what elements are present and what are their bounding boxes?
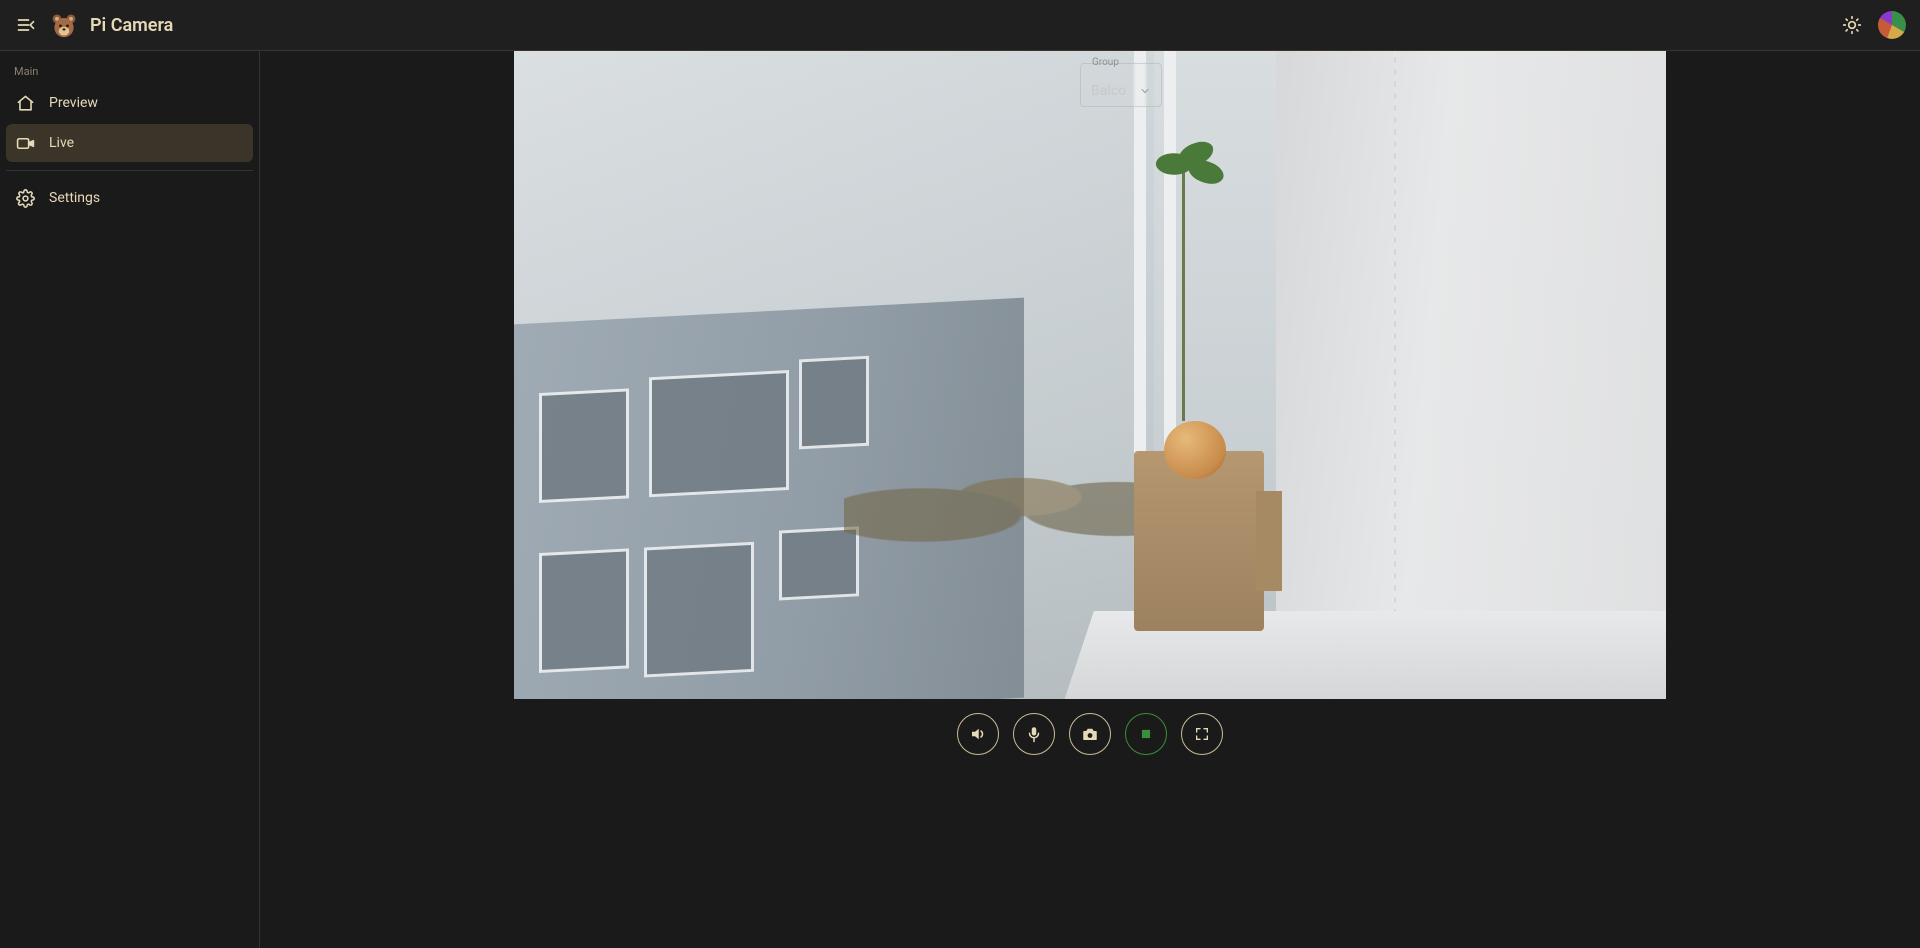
home-icon (16, 94, 35, 113)
user-avatar[interactable] (1878, 11, 1906, 39)
chevron-down-icon (1139, 85, 1151, 97)
app-header: Pi Camera (0, 0, 1920, 51)
sidebar-item-label: Live (49, 135, 74, 151)
sun-icon (1842, 15, 1862, 35)
group-select-legend: Group (1089, 57, 1122, 68)
sidebar-item-live[interactable]: Live (6, 124, 253, 162)
sidebar-section-label: Main (6, 59, 253, 82)
video-controls (957, 713, 1223, 755)
live-video-feed[interactable]: Group Balco (514, 51, 1666, 699)
theme-toggle-button[interactable] (1840, 13, 1864, 37)
video-scene (514, 51, 1666, 699)
header-right (1840, 11, 1906, 39)
sidebar-item-preview[interactable]: Preview (6, 84, 253, 122)
camera-icon (1081, 725, 1099, 743)
sidebar: Main Preview Live Set (0, 51, 260, 948)
sidebar-item-label: Preview (49, 95, 98, 111)
header-left: Pi Camera (14, 11, 1840, 39)
group-select[interactable]: Group Balco (1080, 63, 1162, 107)
app-logo (50, 11, 78, 39)
menu-toggle-button[interactable] (14, 13, 38, 37)
microphone-button[interactable] (1013, 713, 1055, 755)
fullscreen-button[interactable] (1181, 713, 1223, 755)
group-select-value: Balco (1091, 83, 1126, 99)
snapshot-button[interactable] (1069, 713, 1111, 755)
sidebar-item-label: Settings (49, 190, 100, 206)
app-title: Pi Camera (90, 15, 173, 36)
sidebar-separator (6, 170, 253, 171)
stop-button[interactable] (1125, 713, 1167, 755)
video-icon (16, 134, 35, 153)
volume-icon (969, 725, 987, 743)
sidebar-item-settings[interactable]: Settings (6, 179, 253, 217)
fullscreen-icon (1194, 726, 1210, 742)
menu-collapse-icon (16, 15, 36, 35)
microphone-icon (1025, 725, 1043, 743)
gear-icon (16, 189, 35, 208)
stop-icon (1139, 727, 1153, 741)
main-content: Group Balco (260, 51, 1920, 948)
volume-button[interactable] (957, 713, 999, 755)
